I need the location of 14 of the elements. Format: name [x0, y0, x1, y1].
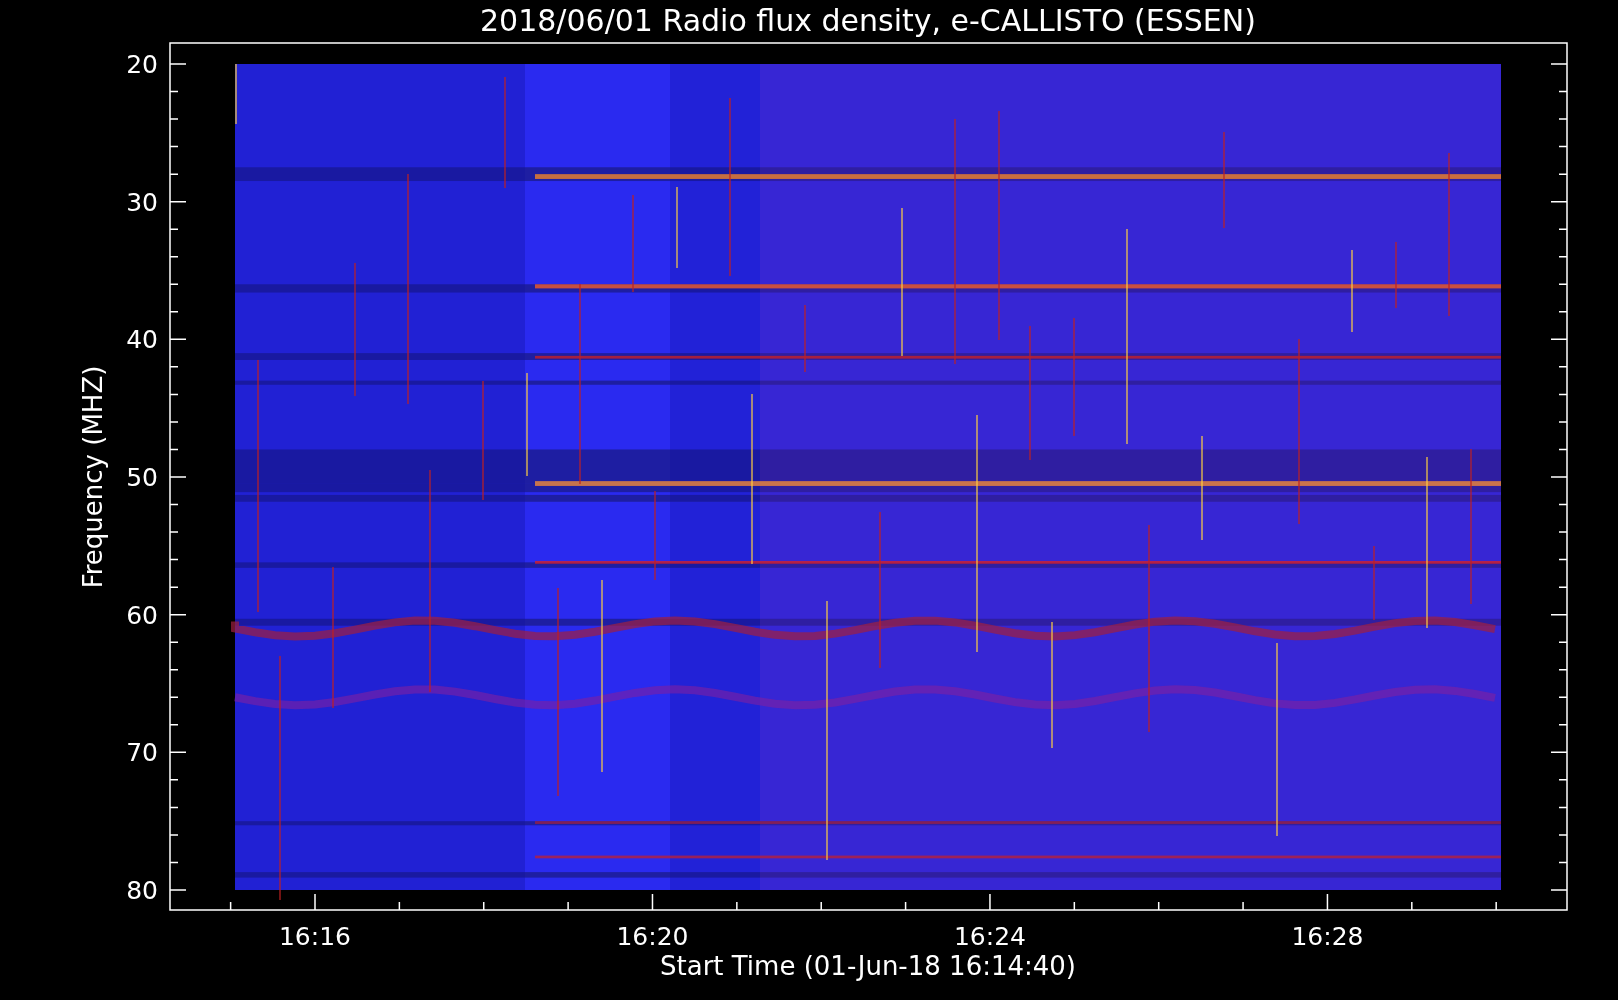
y-tick-label: 50	[126, 463, 158, 492]
y-tick-label: 40	[126, 325, 158, 355]
y-axis-label: Frequency (MHZ)	[78, 365, 108, 589]
chart-title: 2018/06/01 Radio flux density, e-CALLISTO (ESSEN)	[480, 3, 1256, 38]
x-axis-label: Start Time (01-Jun-18 16:14:40)	[660, 951, 1076, 981]
x-tick-label: 16:24	[953, 922, 1026, 951]
y-tick-label: 60	[126, 600, 158, 630]
y-tick-label: 30	[126, 187, 158, 217]
y-tick-label: 20	[126, 50, 158, 79]
y-tick-label: 80	[126, 876, 158, 905]
x-tick-label: 16:20	[616, 922, 689, 951]
x-tick-label: 16:16	[279, 922, 351, 951]
x-tick-label: 16:28	[1291, 922, 1364, 951]
y-tick-label: 70	[126, 738, 158, 768]
